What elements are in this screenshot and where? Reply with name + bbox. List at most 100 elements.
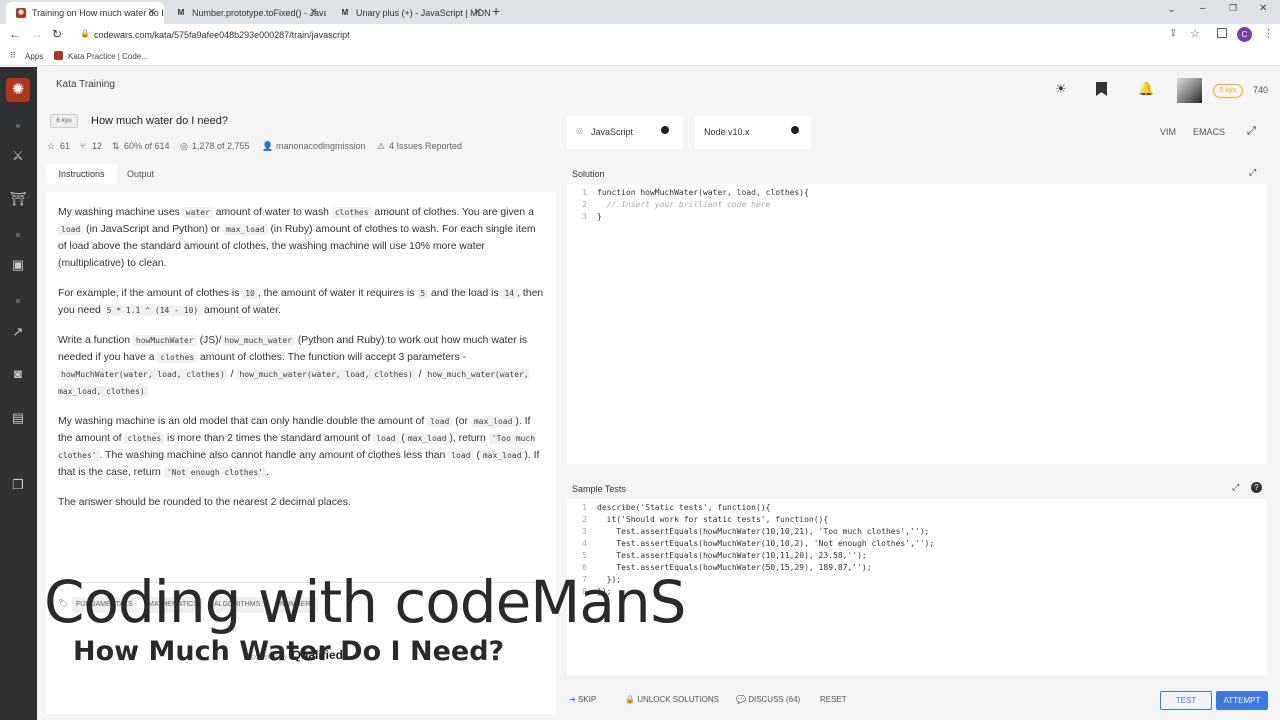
back-icon[interactable]: ← [9,27,21,41]
bookmark-star-icon[interactable]: ☆ [1190,27,1200,40]
url-field[interactable]: 🔒 codewars.com/kata/575fa9afee048b293e00… [72,26,1152,44]
apps-grid-icon[interactable]: ⠿ [10,51,16,60]
bookmark-icon[interactable] [1096,82,1107,96]
minimize-icon[interactable]: – [1200,3,1206,14]
kata-stats: ☆ 61 ⑂ 12 ⇅ 60% of 614 ◎ 1,278 of 2,755 … [47,141,567,153]
nav-dot [16,124,20,128]
codewars-favicon-icon: ✺ [16,8,26,18]
line-number: 1 [582,503,587,512]
language-select[interactable]: ◎ JavaScript [567,116,683,149]
close-window-icon[interactable]: ✕ [1259,3,1267,14]
javascript-icon: ◎ [576,126,583,135]
nav-dot [16,233,20,237]
expand-tests-icon[interactable]: ⤢ [1232,482,1239,493]
user-avatar[interactable] [1177,78,1202,103]
restore-icon[interactable]: ❐ [1229,3,1237,14]
line-number: 2 [582,200,587,209]
completed-count: 1,278 of 2,755 [192,141,250,151]
forward-icon[interactable]: → [31,27,43,41]
browser-menu-icon[interactable]: ⋮ [1263,27,1274,40]
notifications-bell-icon[interactable]: 🔔 [1138,81,1154,97]
code-line: Test.assertEquals(howMuchWater(10,10,2),… [597,539,935,548]
discord-icon[interactable]: ◙ [9,365,27,383]
comments-icon: 💬 [736,695,749,704]
codewars-logo-icon[interactable]: ✺ [6,78,30,102]
code-line: it('Should work for static tests', funct… [597,515,829,524]
docs-book-icon[interactable]: ❐ [9,476,27,494]
dojo-icon[interactable]: ⛩ [9,190,27,208]
chevron-down-icon [791,126,799,134]
sidebar-toggle-icon[interactable] [1217,28,1227,38]
browser-tab[interactable]: ✺ Training on How much water do I ... ✕ [6,2,164,24]
tab-output[interactable]: Output [127,164,159,184]
fork-icon: ⑂ [80,141,86,151]
code-line: } [597,212,602,221]
unlock-solutions-button[interactable]: 🔒 UNLOCK SOLUTIONS [625,691,719,709]
line-number: 1 [582,188,587,197]
fullscreen-icon[interactable]: ⤢ [1247,125,1256,138]
honor-count: 740 [1253,85,1269,95]
leaderboard-icon[interactable]: ↗ [9,323,27,341]
close-tab-icon[interactable]: ✕ [310,7,318,18]
mdn-favicon-icon: M [341,8,349,17]
training-icon[interactable]: ⚔ [9,147,27,165]
code-comment: // Insert your brilliant code here [597,200,771,209]
new-tab-icon[interactable]: + [492,3,500,19]
bookmark-kata-practice[interactable]: Kata Practice | Code... [68,52,148,61]
skip-icon: ➔ [569,695,578,704]
satisfaction-icon: ⇅ [112,141,120,151]
author-name[interactable]: manonacodingmission [276,141,366,151]
tab-search-icon[interactable]: ⌄ [1168,4,1176,15]
share-icon[interactable]: ⇪ [1169,28,1177,39]
mdn-favicon-icon: M [177,8,185,17]
rank-badge: 5 kyu [1213,84,1243,98]
author-icon: 👤 [262,141,274,151]
lock-icon: 🔒 [80,29,90,38]
code-line: Test.assertEquals(howMuchWater(10,10,21)… [597,527,930,536]
reload-icon[interactable]: ↻ [52,27,62,41]
tab-instructions[interactable]: Instructions [46,164,117,184]
code-line: Test.assertEquals(howMuchWater(10,11,20)… [597,551,867,560]
satisfaction-rating: 60% of 614 [124,141,170,151]
stars-count: 61 [60,141,71,151]
vim-mode-button[interactable]: VIM [1160,127,1176,137]
issues-count[interactable]: 4 Issues Reported [389,141,462,151]
address-bar-row: ← → ↻ 🔒 codewars.com/kata/575fa9afee048b… [0,24,1280,46]
profile-avatar[interactable]: C [1237,27,1252,42]
bookmarks-bar: ⠿ Apps Kata Practice | Code... [0,46,1280,66]
nav-dot [16,299,20,303]
test-button[interactable]: TEST [1160,691,1212,710]
skip-button[interactable]: ➔ SKIP [569,691,596,709]
sidebar: ✺ ⚔ ⛩ ▣ ↗ ◙ ▤ ❐ [0,67,37,720]
codewars-favicon-icon [54,51,63,60]
url-text: codewars.com/kata/575fa9afee048b293e0002… [94,30,350,40]
page-section-title: Kata Training [56,79,115,90]
briefcase-icon[interactable]: ▣ [9,256,27,274]
runtime-select[interactable]: Node v10.x [695,116,811,149]
line-number: 3 [582,212,587,221]
reset-button[interactable]: RESET [820,691,847,709]
expand-solution-icon[interactable]: ⤢ [1249,167,1256,178]
chat-icon[interactable]: ▤ [9,409,27,427]
close-tab-icon[interactable]: ✕ [474,7,482,18]
discuss-button[interactable]: 💬 DISCUSS (64) [736,691,800,709]
line-number: 2 [582,515,587,524]
overlay-title: Coding with codeManS [44,568,686,636]
attempt-button[interactable]: ATTEMPT [1216,691,1268,710]
description-paragraph: For example, if the amount of clothes is… [58,288,544,316]
close-tab-icon[interactable]: ✕ [148,7,156,18]
kata-title: How much water do I need? [91,115,228,127]
solution-editor[interactable]: 1 function howMuchWater(water, load, clot… [567,184,1267,464]
browser-tab[interactable]: M Unary plus (+) - JavaScript | MDN ✕ [330,2,490,24]
star-icon[interactable]: ☆ [47,141,55,152]
browser-tab[interactable]: M Number.prototype.toFixed() - Java... ✕ [166,2,326,24]
chevron-down-icon [661,126,669,134]
theme-toggle-icon[interactable]: ☀ [1055,81,1067,97]
help-icon[interactable]: ? [1251,482,1262,493]
browser-tab-bar: ✺ Training on How much water do I ... ✕ … [0,0,1280,24]
solution-label: Solution [572,169,605,179]
bookmark-apps[interactable]: Apps [25,52,43,61]
emacs-mode-button[interactable]: EMACS [1193,127,1225,137]
line-number: 4 [582,539,587,548]
overlay-subtitle: How Much Water Do I Need? [73,636,505,667]
